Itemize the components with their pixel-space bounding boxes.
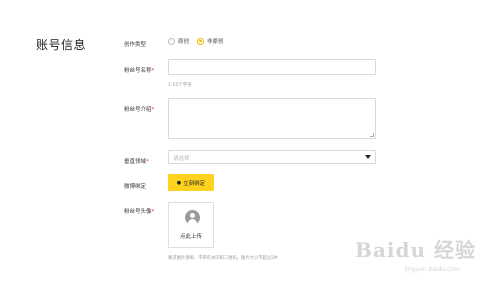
creation-type-radio-group: 原创 非原创: [168, 37, 232, 45]
domain-select[interactable]: 请选择: [168, 150, 376, 164]
account-name-label: 粉丝号名称*: [124, 68, 155, 74]
section-title: 账号信息: [36, 38, 87, 52]
bind-now-button[interactable]: ● 立刻绑定: [168, 174, 214, 191]
baidu-watermark-logo: Baidu 经验: [355, 238, 476, 262]
resize-handle-icon[interactable]: [370, 133, 374, 137]
avatar-hint: 要求图片清晰，不带有水印和二维码，图片大小不超过2M: [168, 256, 278, 261]
account-name-hint: 1-15个字符: [168, 83, 192, 88]
weibo-bind-label: 微博绑定: [124, 184, 147, 190]
radio-non-original[interactable]: 非原创: [197, 37, 224, 45]
domain-placeholder: 请选择: [173, 156, 190, 162]
account-intro-textarea[interactable]: [168, 98, 376, 139]
weibo-icon: ●: [176, 179, 182, 186]
creation-type-label: 创作类型: [124, 42, 147, 48]
watermark-url: jingyan.baidu.com: [404, 266, 460, 273]
account-name-input[interactable]: [168, 59, 376, 75]
bind-now-label: 立刻绑定: [183, 180, 206, 187]
account-intro-label: 粉丝号介绍*: [124, 107, 155, 113]
radio-original[interactable]: 原创: [168, 37, 189, 45]
radio-non-original-label: 非原创: [207, 39, 224, 45]
caret-down-icon: [365, 155, 371, 159]
radio-checked-icon: [197, 37, 205, 45]
avatar-label: 粉丝号头像*: [124, 209, 155, 215]
avatar-upload[interactable]: 点此上传: [168, 202, 214, 248]
upload-label: 点此上传: [179, 234, 202, 240]
radio-original-label: 原创: [178, 39, 190, 45]
user-avatar-icon: [185, 210, 200, 225]
domain-label: 垂直领域*: [124, 159, 149, 165]
radio-circle-icon: [168, 37, 175, 45]
